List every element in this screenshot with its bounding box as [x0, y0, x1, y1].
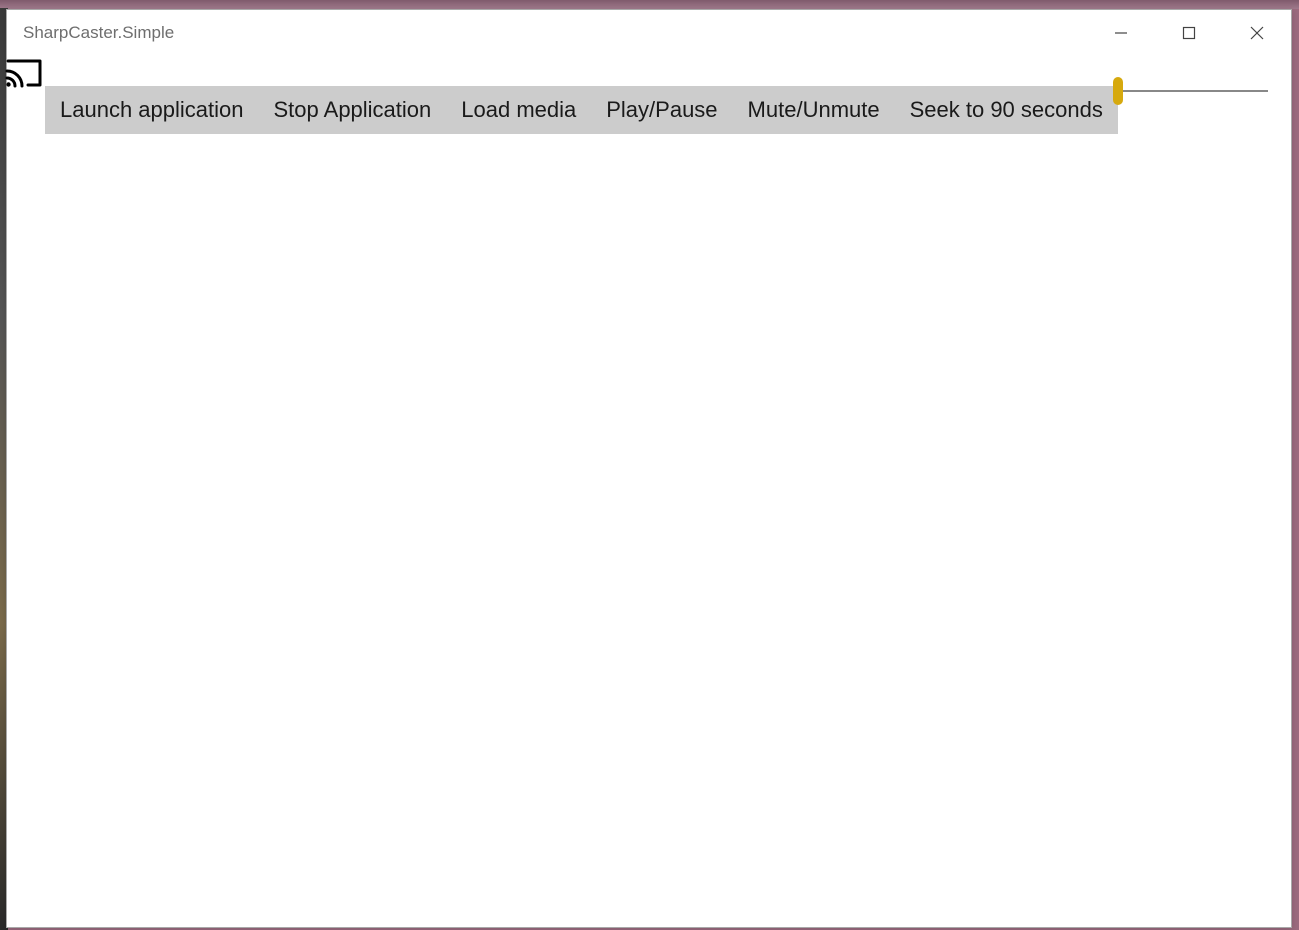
maximize-icon — [1182, 26, 1196, 40]
minimize-icon — [1114, 26, 1128, 40]
button-label: Launch application — [60, 97, 243, 123]
play-pause-button[interactable]: Play/Pause — [591, 86, 732, 134]
slider-track — [1118, 90, 1268, 92]
titlebar[interactable]: SharpCaster.Simple — [7, 10, 1291, 56]
cast-icon[interactable] — [5, 58, 43, 88]
button-label: Play/Pause — [606, 97, 717, 123]
app-window: SharpCaster.Simple — [6, 9, 1292, 928]
desktop-accent-bar — [0, 0, 1299, 9]
close-icon — [1250, 26, 1264, 40]
button-label: Stop Application — [273, 97, 431, 123]
volume-slider[interactable] — [1118, 81, 1268, 101]
button-label: Seek to 90 seconds — [910, 97, 1103, 123]
button-label: Mute/Unmute — [748, 97, 880, 123]
minimize-button[interactable] — [1087, 10, 1155, 56]
stop-application-button[interactable]: Stop Application — [258, 86, 446, 134]
slider-thumb[interactable] — [1113, 77, 1123, 105]
toolbar: Launch application Stop Application Load… — [45, 86, 1118, 134]
launch-application-button[interactable]: Launch application — [45, 86, 258, 134]
maximize-button[interactable] — [1155, 10, 1223, 56]
window-controls — [1087, 10, 1291, 56]
mute-unmute-button[interactable]: Mute/Unmute — [733, 86, 895, 134]
close-button[interactable] — [1223, 10, 1291, 56]
load-media-button[interactable]: Load media — [446, 86, 591, 134]
window-title: SharpCaster.Simple — [23, 23, 174, 43]
button-label: Load media — [461, 97, 576, 123]
seek-button[interactable]: Seek to 90 seconds — [895, 86, 1118, 134]
